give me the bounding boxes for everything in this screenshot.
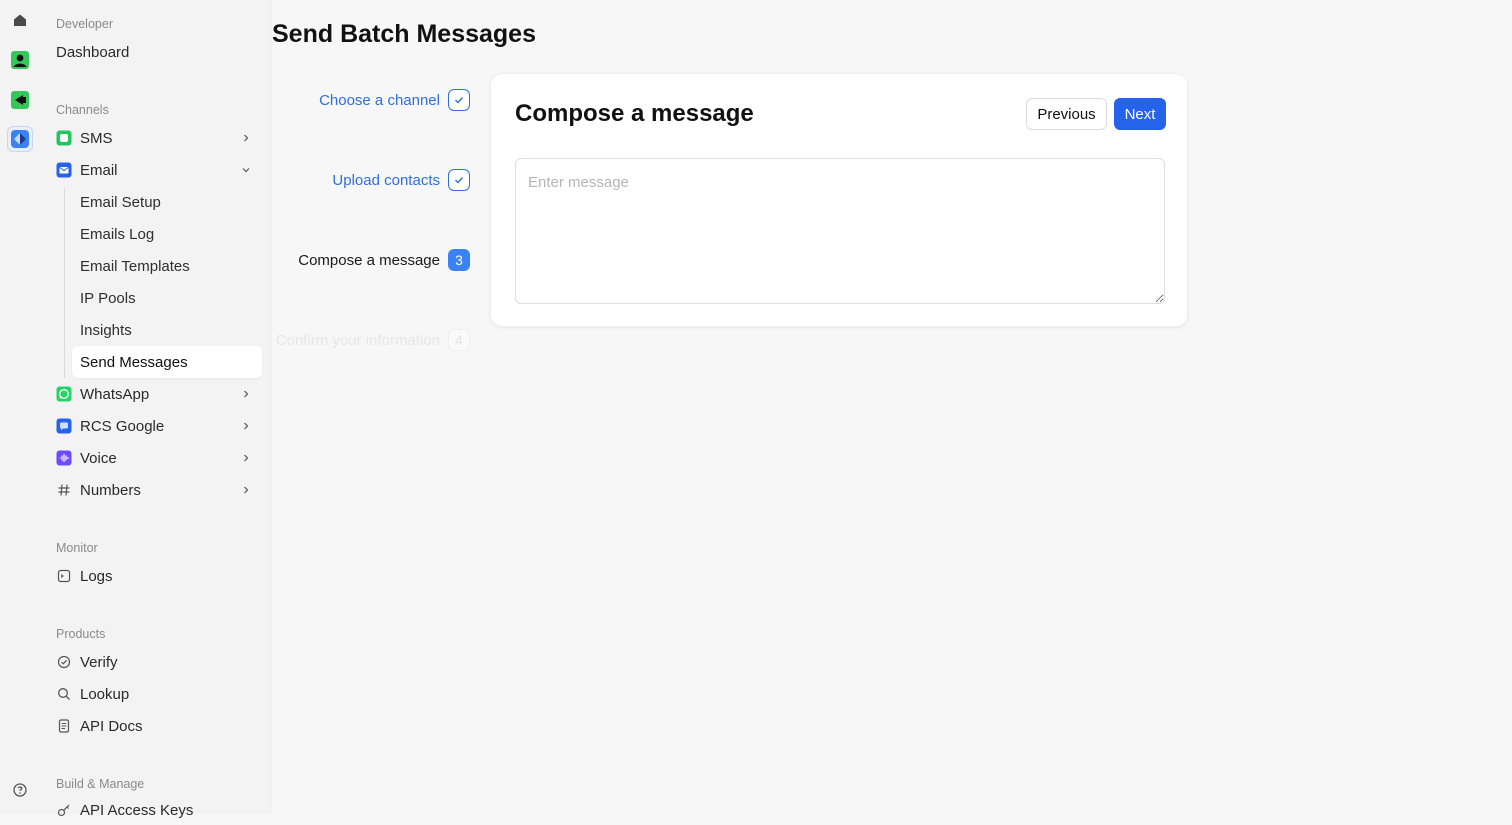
- sidebar-item-label: Email: [80, 161, 118, 179]
- step-choose-channel[interactable]: Choose a channel: [319, 87, 470, 113]
- sidebar-item-label: API Docs: [80, 717, 143, 735]
- section-developer: Developer: [56, 17, 113, 31]
- video-app-icon[interactable]: [7, 87, 33, 113]
- sidebar-item-api-docs[interactable]: API Docs: [56, 711, 254, 741]
- sidebar-subitem-emails-log[interactable]: Emails Log: [72, 218, 262, 250]
- next-button[interactable]: Next: [1114, 98, 1166, 130]
- chevron-down-icon[interactable]: [238, 162, 254, 178]
- sidebar-item-whatsapp[interactable]: WhatsApp: [56, 379, 254, 409]
- step-number-badge: 4: [448, 329, 470, 351]
- app-rail: [0, 0, 41, 814]
- verify-icon: [56, 654, 72, 670]
- section-products: Products: [56, 627, 106, 641]
- chevron-right-icon[interactable]: [238, 450, 254, 466]
- section-channels: Channels: [56, 103, 109, 117]
- voice-icon: [56, 450, 72, 466]
- sidebar-item-label: RCS Google: [80, 417, 165, 435]
- sidebar-item-dashboard[interactable]: Dashboard: [56, 37, 254, 67]
- chevron-right-icon[interactable]: [238, 482, 254, 498]
- step-label: Confirm your information: [275, 331, 440, 349]
- email-icon: [56, 162, 72, 178]
- chevron-right-icon[interactable]: [238, 418, 254, 434]
- check-icon: [448, 89, 470, 111]
- step-label: Upload contacts: [332, 171, 440, 189]
- sidebar-subitem-email-templates[interactable]: Email Templates: [72, 250, 262, 282]
- sidebar: Developer Dashboard Channels SMS Email E…: [40, 0, 271, 819]
- step-label: Compose a message: [298, 251, 440, 269]
- sidebar-item-label: Numbers: [80, 481, 141, 499]
- compose-title: Compose a message: [515, 100, 754, 127]
- sidebar-subitem-send-messages[interactable]: Send Messages: [72, 346, 262, 378]
- user-app-icon[interactable]: [7, 47, 33, 73]
- section-build-manage: Build & Manage: [56, 777, 145, 791]
- sidebar-subitem-email-setup[interactable]: Email Setup: [72, 186, 262, 218]
- sidebar-item-label: SMS: [80, 129, 113, 147]
- sidebar-subitem-ip-pools[interactable]: IP Pools: [72, 282, 262, 314]
- step-label: Choose a channel: [319, 91, 440, 109]
- key-icon: [56, 802, 72, 818]
- previous-button[interactable]: Previous: [1026, 98, 1107, 130]
- sidebar-item-label: Logs: [80, 567, 113, 585]
- message-input[interactable]: [515, 158, 1165, 304]
- submenu-guide-line: [64, 188, 65, 378]
- sidebar-item-label: Verify: [80, 653, 118, 671]
- home-icon[interactable]: [7, 7, 33, 33]
- document-icon: [56, 718, 72, 734]
- step-upload-contacts[interactable]: Upload contacts: [332, 167, 470, 193]
- compose-card: Compose a message Previous Next: [490, 73, 1188, 327]
- sidebar-item-label: Voice: [80, 449, 117, 467]
- sidebar-item-api-access-keys[interactable]: API Access Keys: [56, 795, 254, 825]
- sidebar-subitem-insights[interactable]: Insights: [72, 314, 262, 346]
- sidebar-item-rcs-google[interactable]: RCS Google: [56, 411, 254, 441]
- sidebar-item-lookup[interactable]: Lookup: [56, 679, 254, 709]
- logs-icon: [56, 568, 72, 584]
- search-icon: [56, 686, 72, 702]
- step-number-badge: 3: [448, 249, 470, 271]
- rcs-icon: [56, 418, 72, 434]
- sms-icon: [56, 130, 72, 146]
- sidebar-item-label: Lookup: [80, 685, 130, 703]
- page-title: Send Batch Messages: [272, 20, 536, 48]
- section-monitor: Monitor: [56, 541, 98, 555]
- sidebar-item-numbers[interactable]: Numbers: [56, 475, 254, 505]
- sidebar-item-verify[interactable]: Verify: [56, 647, 254, 677]
- hash-icon: [56, 482, 72, 498]
- chevron-right-icon[interactable]: [238, 130, 254, 146]
- sidebar-item-voice[interactable]: Voice: [56, 443, 254, 473]
- check-icon: [448, 169, 470, 191]
- sidebar-item-label: API Access Keys: [80, 801, 194, 819]
- sidebar-item-sms[interactable]: SMS: [56, 123, 254, 153]
- whatsapp-icon: [56, 386, 72, 402]
- sidebar-item-label: Dashboard: [56, 43, 130, 61]
- sidebar-item-logs[interactable]: Logs: [56, 561, 254, 591]
- sidebar-item-label: WhatsApp: [80, 385, 150, 403]
- developer-app-icon[interactable]: [7, 126, 33, 152]
- sidebar-item-email[interactable]: Email: [56, 155, 254, 185]
- chevron-right-icon[interactable]: [238, 386, 254, 402]
- step-compose-message: Compose a message 3: [298, 247, 470, 273]
- step-confirm-information: Confirm your information 4: [276, 327, 470, 353]
- help-icon[interactable]: [7, 777, 33, 803]
